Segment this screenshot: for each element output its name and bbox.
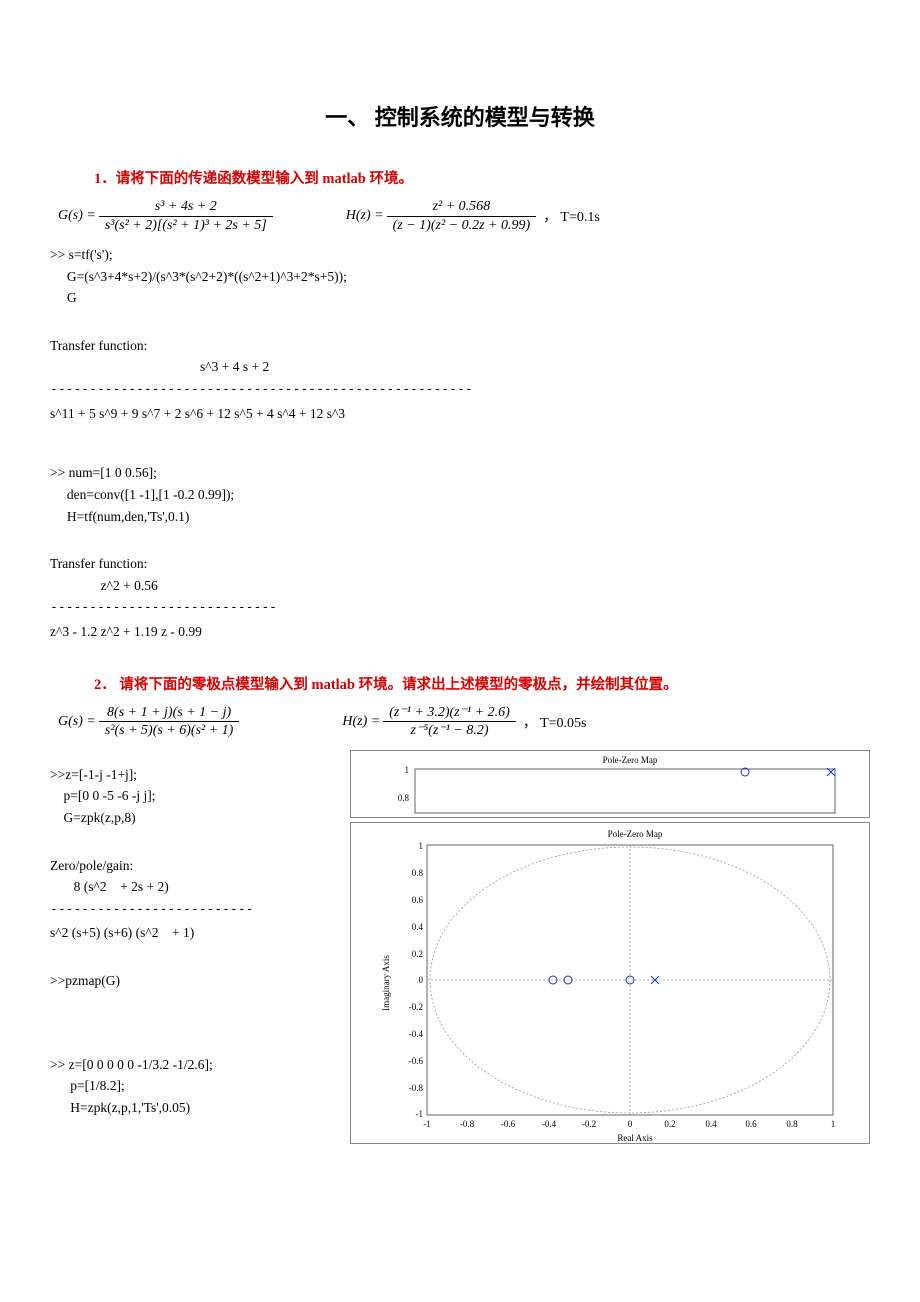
tf-label: Transfer function: bbox=[50, 553, 870, 575]
code-line: den=conv([1 -1],[1 -0.2 0.99]); bbox=[50, 484, 870, 506]
eqH2-den: z⁻⁵(z⁻¹ − 8.2) bbox=[383, 721, 516, 740]
svg-text:-0.2: -0.2 bbox=[409, 1002, 423, 1012]
svg-text:-0.8: -0.8 bbox=[460, 1119, 475, 1129]
svg-text:1: 1 bbox=[419, 841, 424, 851]
code-line: H=zpk(z,p,1,'Ts',0.05) bbox=[50, 1097, 350, 1119]
svg-text:-0.4: -0.4 bbox=[409, 1029, 424, 1039]
tf-label: Transfer function: bbox=[50, 335, 870, 357]
zpg-sep: -------------------------- bbox=[50, 900, 350, 921]
eqG-num: s³ + 4s + 2 bbox=[99, 198, 273, 216]
tf-den: z^3 - 1.2 z^2 + 1.19 z - 0.99 bbox=[50, 621, 870, 643]
eq-row-1: G(s) = s³ + 4s + 2 s³(s² + 2)[(s² + 1)³ … bbox=[50, 198, 870, 234]
eqG2-lhs: G(s) = bbox=[58, 714, 96, 730]
code-block-1: >> s=tf('s'); G=(s^3+4*s+2)/(s^3*(s^2+2)… bbox=[50, 244, 870, 309]
svg-text:-0.6: -0.6 bbox=[501, 1119, 516, 1129]
x-axis-label: Real Axis bbox=[617, 1133, 653, 1143]
svg-text:0.2: 0.2 bbox=[664, 1119, 675, 1129]
page-title: 一、 控制系统的模型与转换 bbox=[50, 100, 870, 132]
eqG2-den: s²(s + 5)(s + 6)(s² + 1) bbox=[99, 721, 240, 740]
svg-text:-0.2: -0.2 bbox=[582, 1119, 596, 1129]
code-block-4: >> z=[0 0 0 0 0 -1/3.2 -1/2.6]; p=[1/8.2… bbox=[50, 1054, 350, 1119]
eqG-den: s³(s² + 2)[(s² + 1)³ + 2s + 5] bbox=[99, 216, 273, 235]
svg-text:0.4: 0.4 bbox=[705, 1119, 717, 1129]
eqH-lhs: H(z) = bbox=[346, 208, 384, 224]
svg-text:-0.4: -0.4 bbox=[542, 1119, 557, 1129]
zpg-output: Zero/pole/gain: 8 (s^2 + 2s + 2) -------… bbox=[50, 855, 350, 945]
pzmap-plot-main: Pole-Zero Map 1 0.8 0.6 0.4 0.2 0 -0.2 -… bbox=[350, 822, 870, 1144]
svg-text:0.8: 0.8 bbox=[786, 1119, 798, 1129]
svg-text:0.2: 0.2 bbox=[412, 949, 423, 959]
code-line: H=tf(num,den,'Ts',0.1) bbox=[50, 506, 870, 528]
code-line: >> num=[1 0 0.56]; bbox=[50, 462, 870, 484]
svg-text:1: 1 bbox=[405, 765, 410, 775]
eqH-num: z² + 0.568 bbox=[387, 198, 537, 216]
svg-text:0: 0 bbox=[628, 1119, 633, 1129]
plot1-title: Pole-Zero Map bbox=[603, 755, 658, 765]
code-line: G=(s^3+4*s+2)/(s^3*(s^2+2)*((s^2+1)^3+2*… bbox=[50, 266, 870, 288]
code-line: >> s=tf('s'); bbox=[50, 244, 870, 266]
tf-sep: ----------------------------- bbox=[50, 598, 870, 619]
svg-text:-0.8: -0.8 bbox=[409, 1083, 424, 1093]
eqH2-tail: ， T=0.05s bbox=[523, 712, 587, 732]
code-line: p=[1/8.2]; bbox=[50, 1075, 350, 1097]
eqH2-num: (z⁻¹ + 3.2)(z⁻¹ + 2.6) bbox=[383, 704, 516, 722]
code-line: >> z=[0 0 0 0 0 -1/3.2 -1/2.6]; bbox=[50, 1054, 350, 1076]
svg-text:-1: -1 bbox=[416, 1109, 424, 1119]
eqH2-lhs: H(z) = bbox=[342, 714, 380, 730]
svg-text:-0.6: -0.6 bbox=[409, 1056, 424, 1066]
pzmap-plot-top: Pole-Zero Map 1 0.8 bbox=[350, 750, 870, 818]
section2-heading: 2． 请将下面的零极点模型输入到 matlab 环境。请求出上述模型的零极点，并… bbox=[94, 673, 870, 694]
svg-text:0.4: 0.4 bbox=[412, 922, 424, 932]
code-line: p=[0 0 -5 -6 -j j]; bbox=[50, 785, 350, 807]
tf-num: z^2 + 0.56 bbox=[50, 575, 870, 597]
code-block-3: >>z=[-1-j -1+j]; p=[0 0 -5 -6 -j j]; G=z… bbox=[50, 764, 350, 829]
svg-text:0.6: 0.6 bbox=[412, 895, 424, 905]
plot2-title: Pole-Zero Map bbox=[608, 829, 663, 839]
section1-heading: 1．请将下面的传递函数模型输入到 matlab 环境。 bbox=[94, 167, 870, 188]
svg-text:0.8: 0.8 bbox=[412, 868, 424, 878]
svg-text:0.8: 0.8 bbox=[398, 793, 410, 803]
svg-text:0: 0 bbox=[419, 975, 424, 985]
zpg-label: Zero/pole/gain: bbox=[50, 855, 350, 877]
code-line: G bbox=[50, 287, 870, 309]
svg-text:1: 1 bbox=[831, 1119, 836, 1129]
y-axis-label: Imaginary Axis bbox=[381, 954, 391, 1010]
eqH-tail: ， T=0.1s bbox=[543, 206, 600, 226]
eqH-den: (z − 1)(z² − 0.2z + 0.99) bbox=[387, 216, 537, 235]
eq-row-2: G(s) = 8(s + 1 + j)(s + 1 − j) s²(s + 5)… bbox=[50, 704, 870, 740]
code-line: G=zpk(z,p,8) bbox=[50, 807, 350, 829]
code-block-2: >> num=[1 0 0.56]; den=conv([1 -1],[1 -0… bbox=[50, 462, 870, 527]
tf-num: s^3 + 4 s + 2 bbox=[200, 356, 870, 378]
zpg-num: 8 (s^2 + 2s + 2) bbox=[50, 876, 350, 898]
eqG-lhs: G(s) = bbox=[58, 208, 96, 224]
code-line: >>z=[-1-j -1+j]; bbox=[50, 764, 350, 786]
tf-sep: ----------------------------------------… bbox=[50, 380, 870, 401]
svg-text:-1: -1 bbox=[423, 1119, 431, 1129]
svg-text:0.6: 0.6 bbox=[745, 1119, 757, 1129]
eqG2-num: 8(s + 1 + j)(s + 1 − j) bbox=[99, 704, 240, 722]
tf-output-2: Transfer function: z^2 + 0.56 ----------… bbox=[50, 553, 870, 643]
tf-output-1: Transfer function: s^3 + 4 s + 2 -------… bbox=[50, 335, 870, 425]
pzmap-call: >>pzmap(G) bbox=[50, 970, 350, 992]
zpg-den: s^2 (s+5) (s+6) (s^2 + 1) bbox=[50, 922, 350, 944]
tf-den: s^11 + 5 s^9 + 9 s^7 + 2 s^6 + 12 s^5 + … bbox=[50, 403, 870, 425]
